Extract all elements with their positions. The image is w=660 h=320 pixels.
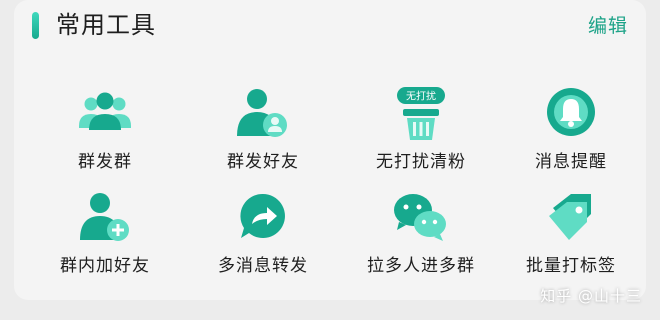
tool-no-disturb-clean[interactable]: 无打扰 无打扰清粉 — [346, 86, 496, 186]
tool-message-reminder[interactable]: 消息提醒 — [496, 86, 646, 186]
tool-label: 拉多人进多群 — [367, 256, 475, 276]
tool-label: 群内加好友 — [60, 256, 150, 276]
friends-broadcast-icon — [237, 89, 287, 137]
title-accent-bar — [32, 12, 39, 39]
tool-label: 群发好友 — [227, 152, 299, 172]
tool-label: 消息提醒 — [535, 152, 607, 172]
tool-label: 批量打标签 — [526, 256, 616, 276]
tool-friends-broadcast[interactable]: 群发好友 — [188, 86, 338, 186]
card-header: 常用工具 编辑 — [14, 0, 646, 56]
tag-icon — [549, 194, 591, 240]
add-friend-icon — [80, 193, 129, 241]
watermark: 知乎 @山十三 — [540, 287, 642, 305]
tool-label: 多消息转发 — [218, 256, 308, 276]
tool-pull-into-groups[interactable]: 拉多人进多群 — [346, 190, 496, 290]
no-disturb-clean-icon: 无打扰 — [397, 87, 445, 140]
chat-bubbles-icon — [394, 194, 446, 241]
bell-icon — [547, 88, 595, 136]
edit-button[interactable]: 编辑 — [588, 12, 628, 40]
group-broadcast-icon — [79, 92, 131, 130]
forward-icon — [240, 193, 285, 238]
tool-group-broadcast[interactable]: 群发群 — [30, 86, 180, 186]
tool-label: 无打扰清粉 — [376, 152, 466, 172]
tool-add-friend-in-group[interactable]: 群内加好友 — [30, 190, 180, 290]
no-disturb-badge: 无打扰 — [406, 90, 436, 103]
tool-multi-forward[interactable]: 多消息转发 — [188, 190, 338, 290]
tool-batch-tag[interactable]: 批量打标签 — [496, 190, 646, 290]
section-title: 常用工具 — [56, 11, 156, 39]
common-tools-card: 常用工具 编辑 群发群 群发好友 无打扰 无打扰清粉 消息提醒 群内加好友 多消… — [14, 0, 646, 300]
tool-label: 群发群 — [78, 152, 132, 172]
